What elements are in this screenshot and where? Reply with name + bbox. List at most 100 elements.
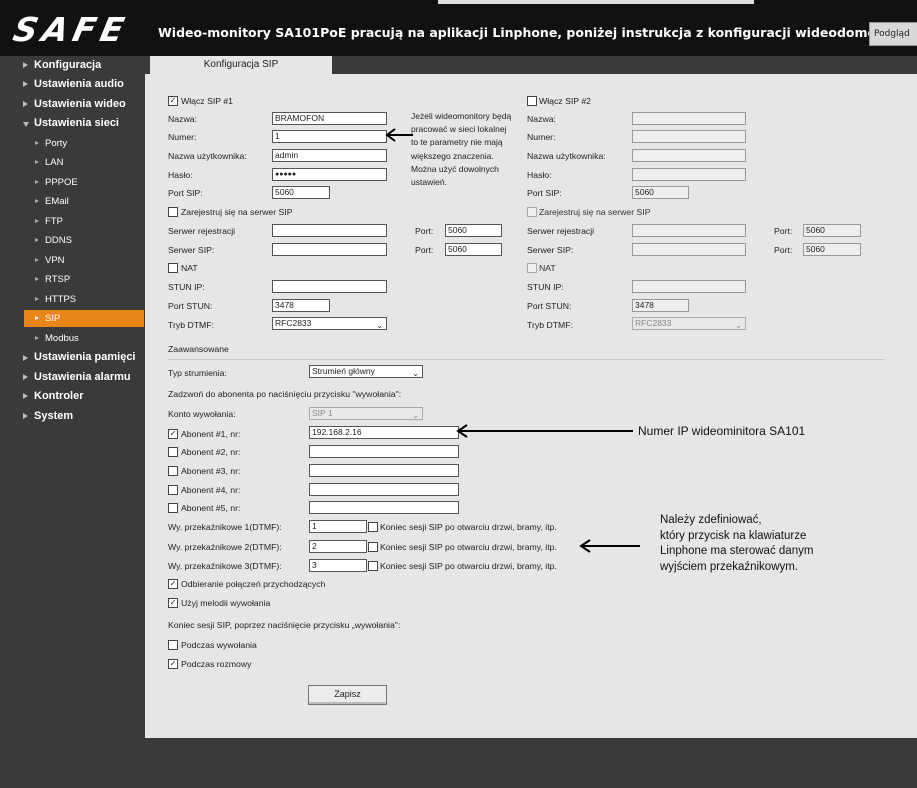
top-strip bbox=[438, 0, 754, 4]
relay-2-input[interactable]: 2 bbox=[309, 540, 367, 553]
sidebar-item-network[interactable]: Ustawienia sieci bbox=[34, 117, 119, 129]
sip2-reg-server-input[interactable] bbox=[632, 224, 746, 237]
subscriber-2-input[interactable] bbox=[309, 445, 459, 458]
sip1-register-checkbox[interactable] bbox=[168, 207, 178, 217]
sidebar-item-ftp[interactable]: FTP bbox=[45, 216, 63, 227]
call-account-value: SIP 1 bbox=[312, 408, 333, 418]
subscriber-3-input[interactable] bbox=[309, 464, 459, 477]
subscriber-1-checkbox[interactable]: ✓ bbox=[168, 429, 178, 439]
bullet-icon bbox=[35, 297, 39, 301]
relay-2-end-session-checkbox[interactable] bbox=[368, 542, 378, 552]
expand-arrow-icon bbox=[23, 355, 28, 361]
sip2-password-label: Hasło: bbox=[527, 170, 552, 180]
sidebar-item-ddns[interactable]: DDNS bbox=[45, 235, 72, 246]
sip1-port-input[interactable]: 5060 bbox=[272, 186, 330, 199]
sidebar-item-lan[interactable]: LAN bbox=[45, 157, 63, 168]
sip1-password-input[interactable]: ●●●●● bbox=[272, 168, 387, 181]
tab-sip-config[interactable]: Konfiguracja SIP bbox=[150, 56, 332, 74]
sip2-name-input[interactable] bbox=[632, 112, 746, 125]
preview-button[interactable]: Podgląd bbox=[869, 22, 917, 46]
sidebar-item-https[interactable]: HTTPS bbox=[45, 294, 76, 305]
chevron-down-icon: ⌄ bbox=[735, 321, 742, 330]
sidebar-item-vpn[interactable]: VPN bbox=[45, 255, 65, 266]
sidebar-item-email[interactable]: EMail bbox=[45, 196, 69, 207]
sidebar-item-video[interactable]: Ustawienia wideo bbox=[34, 98, 126, 110]
sip2-reg-port-input[interactable]: 5060 bbox=[803, 224, 861, 237]
save-button[interactable]: Zapisz bbox=[308, 685, 387, 705]
sip1-number-input[interactable]: 1 bbox=[272, 130, 387, 143]
bullet-icon bbox=[35, 199, 39, 203]
sidebar-item-rtsp[interactable]: RTSP bbox=[45, 274, 70, 285]
subscriber-3-checkbox[interactable] bbox=[168, 466, 178, 476]
logo: SAFE bbox=[9, 10, 133, 49]
sip2-nat-checkbox[interactable] bbox=[527, 263, 537, 273]
sidebar-item-konfiguracja[interactable]: Konfiguracja bbox=[34, 59, 101, 71]
sip1-sip-port-input[interactable]: 5060 bbox=[445, 243, 502, 256]
instruction-banner: Wideo-monitory SA101PoE pracują na aplik… bbox=[158, 25, 913, 40]
lan-note-line: Można użyć dowolnych bbox=[411, 163, 499, 174]
relay-1-input[interactable]: 1 bbox=[309, 520, 367, 533]
stream-type-select[interactable]: Strumień główny ⌄ bbox=[309, 365, 423, 378]
sip1-name-input[interactable]: BRAMOFON bbox=[272, 112, 387, 125]
sip2-dtmf-select[interactable]: RFC2833 ⌄ bbox=[632, 317, 746, 330]
sip2-password-input[interactable] bbox=[632, 168, 746, 181]
sip2-user-input[interactable] bbox=[632, 149, 746, 162]
during-talk-checkbox[interactable]: ✓ bbox=[168, 659, 178, 669]
sip1-nat-checkbox[interactable] bbox=[168, 263, 178, 273]
sip2-port-input[interactable]: 5060 bbox=[632, 186, 689, 199]
expand-arrow-icon bbox=[23, 81, 28, 87]
subscriber-3-label: Abonent #3, nr: bbox=[181, 466, 241, 476]
subscriber-5-label: Abonent #5, nr: bbox=[181, 503, 241, 513]
during-call-checkbox[interactable] bbox=[168, 640, 178, 650]
sip2-dtmf-label: Tryb DTMF: bbox=[527, 320, 574, 330]
sip2-port-label: Port SIP: bbox=[527, 188, 562, 198]
arrow-left-icon bbox=[456, 424, 633, 438]
sip2-number-input[interactable] bbox=[632, 130, 746, 143]
enable-sip2-checkbox[interactable] bbox=[527, 96, 537, 106]
sip2-stun-ip-input[interactable] bbox=[632, 280, 746, 293]
sip1-reg-port-input[interactable]: 5060 bbox=[445, 224, 502, 237]
call-account-select[interactable]: SIP 1 ⌄ bbox=[309, 407, 423, 420]
relay-3-end-session-checkbox[interactable] bbox=[368, 561, 378, 571]
sip1-dtmf-label: Tryb DTMF: bbox=[168, 320, 215, 330]
sidebar-item-storage[interactable]: Ustawienia pamięci bbox=[34, 351, 136, 363]
relay-3-input[interactable]: 3 bbox=[309, 559, 367, 572]
subscriber-5-checkbox[interactable] bbox=[168, 503, 178, 513]
sip2-sip-port-input[interactable]: 5060 bbox=[803, 243, 861, 256]
ring-melody-checkbox[interactable]: ✓ bbox=[168, 598, 178, 608]
sidebar-item-audio[interactable]: Ustawienia audio bbox=[34, 78, 124, 90]
relay-3-label: Wy. przekaźnikowe 3(DTMF): bbox=[168, 561, 282, 571]
sidebar-item-alarm[interactable]: Ustawienia alarmu bbox=[34, 371, 131, 383]
sidebar-item-modbus[interactable]: Modbus bbox=[45, 333, 79, 344]
enable-sip1-checkbox[interactable]: ✓ bbox=[168, 96, 178, 106]
sidebar-item-controller[interactable]: Kontroler bbox=[34, 390, 84, 402]
lan-note: Jeżeli wideomonitory będą pracować w sie… bbox=[411, 110, 523, 189]
subscriber-4-input[interactable] bbox=[309, 483, 459, 496]
subscriber-2-checkbox[interactable] bbox=[168, 447, 178, 457]
during-talk-label: Podczas rozmowy bbox=[181, 659, 252, 669]
call-description: Zadzwoń do abonenta po naciśnięciu przyc… bbox=[168, 389, 402, 399]
bullet-icon bbox=[35, 141, 39, 145]
sip2-register-checkbox[interactable] bbox=[527, 207, 537, 217]
dtmf-annotation-line: Linphone ma sterować danym bbox=[660, 545, 814, 557]
sidebar-item-sip[interactable]: SIP bbox=[45, 313, 60, 324]
sip2-sip-server-input[interactable] bbox=[632, 243, 746, 256]
sidebar-item-pppoe[interactable]: PPPOE bbox=[45, 177, 78, 188]
subscriber-5-input[interactable] bbox=[309, 501, 459, 514]
sip1-reg-server-input[interactable] bbox=[272, 224, 387, 237]
sip1-dtmf-select[interactable]: RFC2833 ⌄ bbox=[272, 317, 387, 330]
sidebar-item-ports[interactable]: Porty bbox=[45, 138, 67, 149]
relay-1-end-session-checkbox[interactable] bbox=[368, 522, 378, 532]
sidebar-item-system[interactable]: System bbox=[34, 410, 73, 422]
sip1-sip-server-input[interactable] bbox=[272, 243, 387, 256]
collapse-arrow-icon bbox=[23, 122, 29, 127]
expand-arrow-icon bbox=[23, 374, 28, 380]
subscriber-1-input[interactable]: 192.168.2.16 bbox=[309, 426, 459, 439]
sip2-stun-port-input[interactable]: 3478 bbox=[632, 299, 689, 312]
arrow-left-icon bbox=[579, 539, 640, 553]
accept-calls-checkbox[interactable]: ✓ bbox=[168, 579, 178, 589]
sip1-user-input[interactable]: admin bbox=[272, 149, 387, 162]
subscriber-4-checkbox[interactable] bbox=[168, 485, 178, 495]
sip1-stun-ip-input[interactable] bbox=[272, 280, 387, 293]
sip1-stun-port-input[interactable]: 3478 bbox=[272, 299, 330, 312]
